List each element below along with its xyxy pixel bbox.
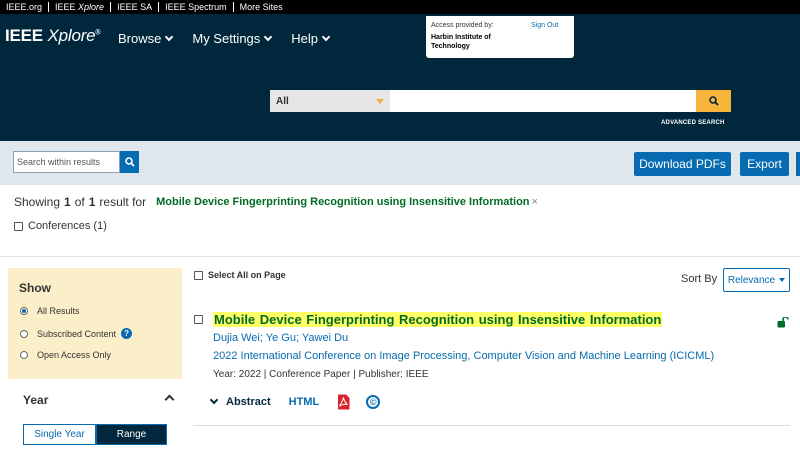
- nav-browse-label: Browse: [118, 31, 162, 46]
- main-nav: Browse My Settings Help: [118, 31, 349, 46]
- search-within-results: [13, 151, 139, 173]
- single-year-tab[interactable]: Single Year: [23, 424, 96, 445]
- select-all-label: Select All on Page: [208, 270, 286, 280]
- sort-value: Relevance: [727, 274, 776, 286]
- global-search-input[interactable]: [390, 90, 696, 112]
- show-panel-title: Show: [19, 281, 51, 295]
- radio-all-results-label: All Results: [37, 306, 80, 316]
- access-label: Access provided by:: [431, 22, 494, 29]
- radio-unselected-icon[interactable]: [20, 351, 28, 359]
- site-header: IEEE Xplore® Browse My Settings Help Acc…: [0, 14, 800, 141]
- search-button[interactable]: [696, 90, 731, 112]
- radio-unselected-icon[interactable]: [20, 329, 28, 338]
- results-toolbar: Download PDFs Export: [0, 141, 800, 185]
- access-provided-box: Access provided by: Harbin Institute of …: [426, 16, 574, 58]
- conferences-checkbox[interactable]: [14, 221, 23, 231]
- result-venue-link[interactable]: 2022 International Conference on Image P…: [213, 350, 714, 362]
- nav-help-label: Help: [291, 31, 319, 46]
- clear-query-icon[interactable]: ×: [532, 196, 538, 208]
- link-more-sites[interactable]: More Sites: [234, 2, 289, 12]
- help-icon[interactable]: ?: [121, 328, 133, 339]
- copyright-icon[interactable]: ©: [366, 395, 381, 409]
- advanced-search-link[interactable]: ADVANCED SEARCH: [661, 120, 725, 126]
- logo-text-2: Xplore: [47, 26, 96, 45]
- radio-open-access-only[interactable]: Open Access Only: [20, 350, 111, 360]
- search-icon: [708, 96, 719, 106]
- sign-out-link[interactable]: Sign Out: [531, 22, 558, 29]
- nav-help[interactable]: Help: [291, 31, 331, 46]
- chevron-down-icon: [264, 32, 273, 41]
- download-pdfs-button[interactable]: Download PDFs: [634, 152, 731, 176]
- results-summary: Showing 1 of 1 result for Mobile Device …: [14, 195, 538, 209]
- caret-down-icon: [376, 98, 384, 104]
- top-links-bar: IEEE.org IEEE Xplore IEEE SA IEEE Spectr…: [0, 0, 800, 14]
- result-title-link[interactable]: Mobile Device Fingerprinting Recognition…: [213, 312, 663, 327]
- nav-my-settings-label: My Settings: [192, 31, 261, 46]
- summary-of: of: [74, 195, 85, 209]
- radio-all-results[interactable]: All Results: [20, 306, 80, 316]
- conferences-label: Conferences (1): [28, 220, 107, 232]
- result-authors[interactable]: Dujia Wei; Ye Gu; Yawei Du: [213, 332, 348, 344]
- open-lock-icon: [777, 317, 789, 328]
- abstract-toggle[interactable]: Abstract: [209, 395, 271, 408]
- logo-text-1: IEEE: [5, 26, 48, 45]
- chevron-up-icon[interactable]: [164, 394, 175, 405]
- html-link[interactable]: HTML: [289, 396, 320, 408]
- summary-query: Mobile Device Fingerprinting Recognition…: [156, 196, 530, 208]
- link-ieee-org[interactable]: IEEE.org: [0, 2, 50, 12]
- summary-result-for: result for: [99, 195, 147, 209]
- export-button[interactable]: Export: [740, 152, 789, 176]
- search-within-button[interactable]: [120, 151, 139, 173]
- filter-conferences[interactable]: Conferences (1): [14, 220, 107, 232]
- result-actions: Abstract HTML ©: [209, 394, 381, 410]
- range-tab[interactable]: Range: [96, 424, 167, 445]
- search-within-input[interactable]: [13, 151, 120, 173]
- chevron-down-icon: [321, 32, 331, 41]
- global-search-bar: All: [270, 90, 731, 112]
- sort-by-label: Sort By: [681, 273, 718, 285]
- chevron-down-icon: [165, 32, 174, 41]
- result-meta: Year: 2022 | Conference Paper | Publishe…: [213, 369, 429, 380]
- summary-shown: 1: [64, 195, 71, 209]
- divider: [0, 256, 800, 257]
- toolbar-button-partial[interactable]: [796, 152, 800, 176]
- caret-down-icon: [779, 278, 786, 282]
- year-filter-panel: Year Single Year Range: [8, 379, 182, 451]
- radio-open-access-label: Open Access Only: [37, 350, 112, 360]
- result-divider: [193, 425, 790, 426]
- link-ieee-xplore-prefix: IEEE: [55, 2, 79, 12]
- nav-browse[interactable]: Browse: [118, 31, 174, 46]
- link-ieee-xplore-em: Xplore: [78, 2, 105, 12]
- institution-name: Harbin Institute of Technology: [431, 34, 491, 50]
- logo-mark: ®: [95, 29, 101, 37]
- result-checkbox[interactable]: [194, 315, 203, 324]
- radio-selected-icon[interactable]: [20, 307, 28, 315]
- chevron-down-icon: [209, 395, 219, 405]
- select-all-on-page[interactable]: Select All on Page: [194, 270, 286, 280]
- nav-my-settings[interactable]: My Settings: [192, 31, 273, 46]
- radio-subscribed-content[interactable]: Subscribed Content ?: [20, 328, 133, 339]
- link-ieee-sa[interactable]: IEEE SA: [111, 2, 160, 12]
- ieee-xplore-logo[interactable]: IEEE Xplore®: [5, 26, 101, 46]
- search-scope-select[interactable]: All: [270, 90, 390, 112]
- summary-total: 1: [88, 195, 96, 209]
- link-ieee-spectrum[interactable]: IEEE Spectrum: [159, 2, 234, 12]
- link-ieee-xplore[interactable]: IEEE Xplore: [49, 2, 112, 12]
- summary-prefix: Showing: [14, 195, 61, 209]
- radio-subscribed-content-label: Subscribed Content: [37, 328, 117, 339]
- search-icon: [124, 157, 135, 167]
- search-scope-value: All: [276, 95, 289, 107]
- select-all-checkbox[interactable]: [194, 270, 203, 280]
- abstract-label: Abstract: [226, 396, 271, 408]
- year-panel-title: Year: [23, 393, 49, 407]
- pdf-icon[interactable]: [337, 394, 350, 410]
- sort-select[interactable]: Relevance: [723, 268, 790, 292]
- show-filter-panel: Show All Results Subscribed Content ? Op…: [8, 268, 182, 379]
